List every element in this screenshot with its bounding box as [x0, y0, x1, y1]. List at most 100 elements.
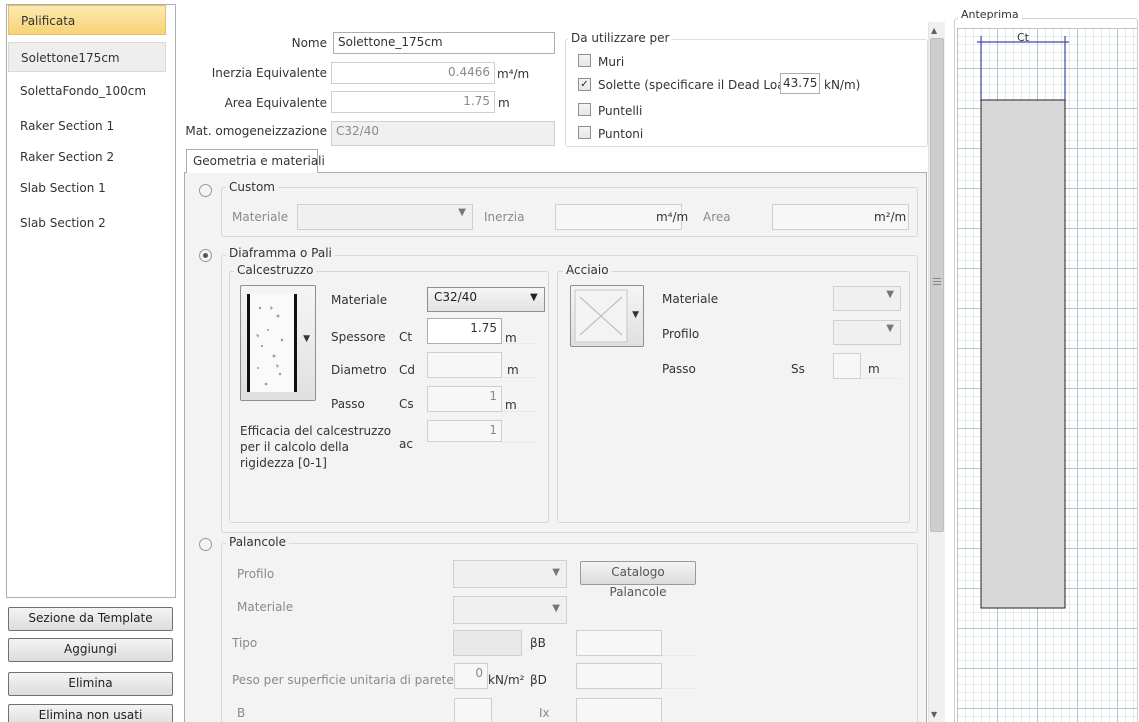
template-section-button[interactable]: Sezione da Template	[8, 607, 173, 631]
peso-field[interactable]: 0	[454, 663, 488, 689]
puntoni-label: Puntoni	[598, 127, 644, 141]
section-preview-drawing	[977, 36, 1069, 609]
mat-omogeneizzazione-label: Mat. omogeneizzazione	[185, 124, 327, 138]
scrollbar-thumb[interactable]	[930, 38, 944, 532]
sidebar-item-raker-1[interactable]: Raker Section 1	[8, 111, 166, 141]
delete-unused-button[interactable]: Elimina non usati	[8, 704, 173, 722]
spessore-input[interactable]: 1.75	[427, 318, 502, 344]
spessore-symbol: Ct	[399, 330, 413, 344]
sidebar-item-raker-2[interactable]: Raker Section 2	[8, 142, 166, 172]
acciaio-profilo-combo[interactable]: ▼	[833, 320, 901, 345]
acciaio-profilo-label: Profilo	[662, 327, 700, 341]
preview-title: Anteprima	[958, 8, 1022, 21]
passo-label: Passo	[331, 397, 365, 411]
passo-symbol: Cs	[399, 397, 414, 411]
palancole-materiale-label: Materiale	[237, 600, 294, 614]
spessore-unit-underline	[503, 322, 537, 344]
sidebar-item-solettafondo[interactable]: SolettaFondo_100cm	[8, 76, 166, 106]
palancole-group	[221, 543, 918, 722]
custom-title: Custom	[226, 180, 278, 194]
empty-profile-icon	[574, 289, 628, 343]
cls-materiale-chevron-icon: ▼	[530, 292, 538, 303]
muri-label: Muri	[598, 55, 625, 69]
palancole-radio[interactable]	[199, 538, 212, 551]
nome-label: Nome	[291, 36, 327, 50]
cls-materiale-label: Materiale	[331, 293, 388, 307]
inerzia-unit: m⁴/m	[497, 67, 530, 81]
diametro-input[interactable]	[427, 352, 502, 378]
preview-dimension-label: Ct	[1017, 31, 1029, 44]
acciaio-materiale-label: Materiale	[662, 292, 719, 306]
acciaio-materiale-combo[interactable]: ▼	[833, 286, 901, 311]
diaframma-radio[interactable]	[199, 249, 212, 262]
inerzia-label: Inerzia Equivalente	[211, 66, 327, 80]
beta-d-field[interactable]	[576, 663, 662, 689]
chevron-down-icon: ▼	[632, 310, 639, 320]
beta-d-label: βD	[530, 673, 547, 687]
acciaio-passo-underline	[861, 357, 901, 379]
custom-area-label: Area	[703, 210, 731, 224]
puntoni-checkbox[interactable]	[578, 126, 591, 139]
scroll-down-arrow-icon[interactable]: ▼	[931, 710, 937, 719]
passo-unit-underline	[503, 390, 537, 412]
area-equivalente-field[interactable]: 1.75	[331, 91, 495, 113]
palancole-profilo-combo[interactable]: ▼	[453, 560, 567, 588]
area-unit: m	[498, 96, 510, 110]
solette-checkbox[interactable]: ✓	[578, 78, 591, 91]
passo-input[interactable]: 1	[427, 386, 502, 412]
beta-d-underline	[662, 667, 697, 689]
add-button[interactable]: Aggiungi	[8, 638, 173, 662]
custom-area-unit: m²/m	[874, 210, 907, 224]
custom-radio[interactable]	[199, 184, 212, 197]
acciaio-title: Acciaio	[563, 263, 612, 277]
custom-inerzia-label: Inerzia	[484, 210, 525, 224]
chevron-down-icon: ▼	[303, 334, 310, 344]
scrollbar-grip-mid	[933, 281, 941, 282]
ix-field[interactable]	[576, 698, 662, 722]
palancole-title: Palancole	[226, 535, 289, 549]
area-label: Area Equivalente	[224, 96, 327, 110]
efficacia-symbol: ac	[399, 437, 413, 451]
puntelli-label: Puntelli	[598, 104, 643, 118]
diametro-symbol: Cd	[399, 363, 415, 377]
sidebar-item-solettone175cm[interactable]: Solettone175cm	[8, 42, 166, 72]
puntelli-checkbox[interactable]	[578, 103, 591, 116]
inerzia-equivalente-field[interactable]: 0.4466	[331, 62, 495, 84]
spessore-label: Spessore	[331, 330, 386, 344]
catalogo-palancole-button[interactable]: Catalogo Palancole	[580, 561, 696, 599]
calcestruzzo-title: Calcestruzzo	[234, 263, 317, 277]
delete-button[interactable]: Elimina	[8, 672, 173, 696]
custom-materiale-combo[interactable]: ▼	[297, 204, 473, 230]
custom-materiale-label: Materiale	[232, 210, 289, 224]
palancole-materiale-combo[interactable]: ▼	[453, 596, 567, 624]
scroll-up-arrow-icon[interactable]: ▲	[931, 26, 937, 35]
muri-checkbox[interactable]	[578, 54, 591, 67]
b-field[interactable]	[454, 698, 492, 722]
b-label: B	[237, 706, 246, 720]
acciaio-passo-input[interactable]	[833, 353, 861, 379]
cls-materiale-combo[interactable]: C32/40	[427, 287, 545, 312]
palancole-tipo-label: Tipo	[232, 636, 258, 650]
mat-omogeneizzazione-field[interactable]: C32/40	[331, 121, 555, 146]
efficacia-label-2: per il calcolo della	[240, 440, 349, 454]
palancole-tipo-field[interactable]	[453, 630, 522, 656]
diametro-label: Diametro	[331, 363, 387, 377]
beta-b-label: βB	[530, 636, 546, 650]
sidebar-item-slab-2[interactable]: Slab Section 2	[8, 208, 166, 238]
sidebar-item-palificata[interactable]: Palificata	[8, 5, 166, 35]
efficacia-underline	[503, 421, 537, 443]
efficacia-input[interactable]: 1	[427, 420, 502, 442]
acciaio-passo-symbol: Ss	[791, 362, 805, 376]
diaframma-title: Diaframma o Pali	[226, 246, 335, 260]
palancole-profilo-label: Profilo	[237, 567, 275, 581]
usage-title: Da utilizzare per	[568, 31, 673, 45]
steel-section-picker[interactable]: ▼	[570, 285, 644, 347]
beta-b-underline	[662, 634, 697, 656]
beta-b-field[interactable]	[576, 630, 662, 656]
nome-input[interactable]: Solettone_175cm	[333, 32, 555, 54]
sidebar-item-slab-1[interactable]: Slab Section 1	[8, 173, 166, 203]
dead-load-input[interactable]: 43.75	[780, 73, 820, 94]
ix-label: Ix	[539, 706, 550, 720]
concrete-section-picker[interactable]: ▼	[240, 285, 316, 401]
efficacia-label-3: rigidezza [0-1]	[240, 456, 327, 470]
